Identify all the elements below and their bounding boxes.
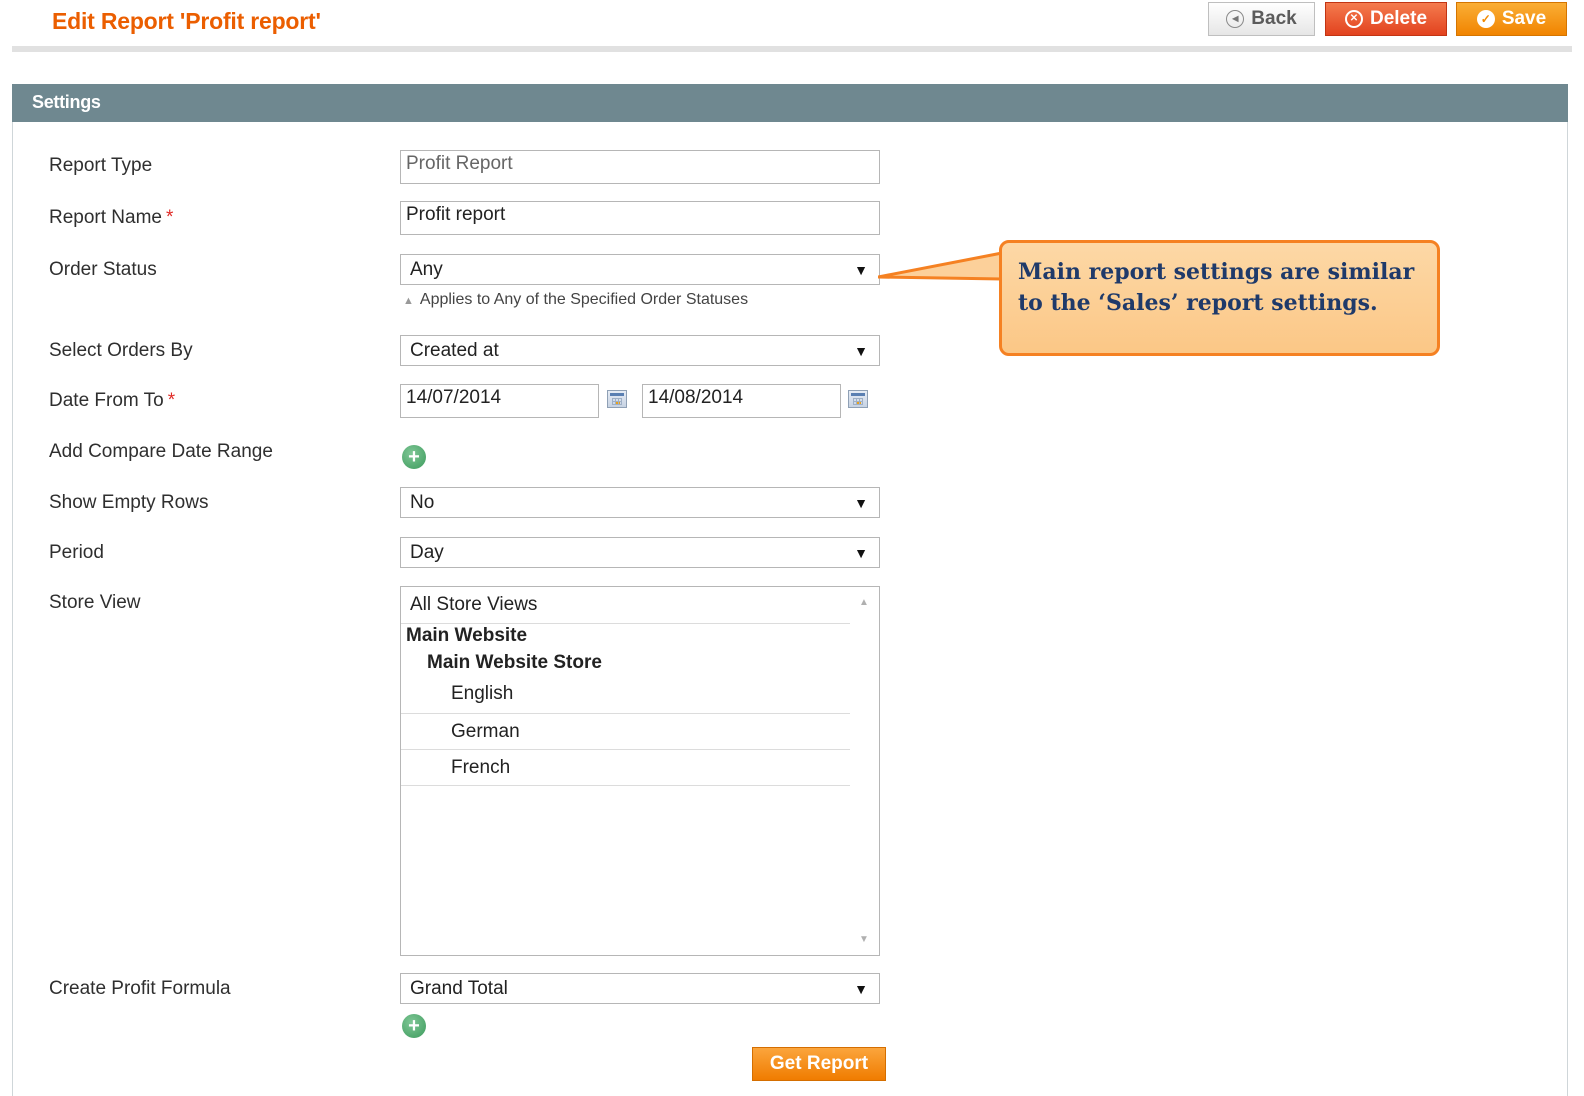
compare-range-label: Add Compare Date Range <box>49 441 273 462</box>
save-button[interactable]: ✓ Save <box>1456 2 1567 36</box>
option-divider <box>401 785 851 786</box>
chevron-down-icon: ▼ <box>854 343 868 359</box>
report-name-label: Report Name * <box>49 207 173 229</box>
report-name-input[interactable]: Profit report <box>400 201 880 235</box>
scroll-up-arrow-icon[interactable]: ▲ <box>859 597 869 608</box>
order-status-note-text: Applies to Any of the Specified Order St… <box>419 291 749 308</box>
select-orders-by-label: Select Orders By <box>49 340 193 361</box>
date-from-to-label: Date From To * <box>49 390 175 412</box>
annotation-callout: Main report settings are similar to the … <box>999 240 1440 356</box>
delete-button-label: Delete <box>1369 8 1428 29</box>
date-to-input[interactable]: 14/08/2014 <box>642 384 841 418</box>
circle-x-icon: ✕ <box>1344 10 1363 28</box>
store-option-english[interactable]: English <box>451 683 879 705</box>
store-option-french[interactable]: French <box>451 757 879 779</box>
date-to-value: 14/08/2014 <box>648 387 744 408</box>
required-mark: * <box>166 207 174 228</box>
report-type-label: Report Type <box>49 155 153 176</box>
show-empty-rows-value: No <box>410 491 435 513</box>
period-value: Day <box>410 541 444 563</box>
store-option-german[interactable]: German <box>451 721 879 743</box>
store-view-scrollbar[interactable]: ▲ ▼ <box>850 587 879 955</box>
report-name-value: Profit report <box>406 204 506 225</box>
option-divider <box>401 623 851 624</box>
date-from-input[interactable]: 14/07/2014 <box>400 384 599 418</box>
annotation-callout-text: Main report settings are similar to the … <box>1018 259 1415 316</box>
plus-circle-icon[interactable]: + <box>402 445 426 469</box>
order-status-select[interactable]: Any ▼ <box>400 254 880 285</box>
order-status-note: ▲ Applies to Any of the Specified Order S… <box>403 291 748 309</box>
delete-button[interactable]: ✕ Delete <box>1325 2 1447 36</box>
select-orders-by-select[interactable]: Created at ▼ <box>400 335 880 366</box>
calendar-icon[interactable] <box>848 390 868 408</box>
chevron-down-icon: ▼ <box>854 981 868 997</box>
get-report-button[interactable]: Get Report <box>752 1047 886 1081</box>
select-orders-by-value: Created at <box>410 339 499 361</box>
callout-pointer <box>878 251 1004 281</box>
period-select[interactable]: Day ▼ <box>400 537 880 568</box>
report-name-label-text: Report Name <box>49 207 162 228</box>
page-title: Edit Report 'Profit report' <box>52 8 321 34</box>
back-button[interactable]: ◀ Back <box>1208 2 1315 36</box>
period-label: Period <box>49 542 104 563</box>
circle-left-arrow-icon: ◀ <box>1226 10 1245 28</box>
plus-circle-icon[interactable]: + <box>402 1014 426 1038</box>
option-divider <box>401 713 851 714</box>
title-divider <box>12 46 1572 52</box>
check-circle-icon: ✓ <box>1476 10 1495 28</box>
order-status-label: Order Status <box>49 259 157 280</box>
chevron-down-icon: ▼ <box>854 262 868 278</box>
scroll-down-arrow-icon[interactable]: ▼ <box>859 934 869 945</box>
show-empty-rows-select[interactable]: No ▼ <box>400 487 880 518</box>
store-view-label: Store View <box>49 592 141 613</box>
store-view-multiselect[interactable]: All Store Views Main Website Main Websit… <box>400 586 880 956</box>
date-from-value: 14/07/2014 <box>406 387 502 408</box>
report-type-field[interactable]: Profit Report <box>400 150 880 184</box>
option-divider <box>401 749 851 750</box>
chevron-down-icon: ▼ <box>854 545 868 561</box>
profit-formula-value: Grand Total <box>410 977 508 999</box>
chevron-down-icon: ▼ <box>854 495 868 511</box>
order-status-value: Any <box>410 258 443 280</box>
back-button-label: Back <box>1251 8 1297 29</box>
triangle-up-icon: ▲ <box>403 295 414 307</box>
required-mark: * <box>167 390 176 411</box>
save-button-label: Save <box>1501 8 1547 29</box>
profit-formula-label: Create Profit Formula <box>49 978 231 999</box>
store-group-main-website: Main Website <box>406 625 528 646</box>
show-empty-rows-label: Show Empty Rows <box>49 492 209 513</box>
store-group-main-website-store: Main Website Store <box>427 652 602 673</box>
profit-formula-select[interactable]: Grand Total ▼ <box>400 973 880 1004</box>
date-from-to-label-text: Date From To <box>49 390 164 411</box>
calendar-icon[interactable] <box>607 390 627 408</box>
report-type-value: Profit Report <box>406 153 513 174</box>
store-option-all[interactable]: All Store Views <box>410 594 860 616</box>
settings-panel-header: Settings <box>12 84 1568 122</box>
